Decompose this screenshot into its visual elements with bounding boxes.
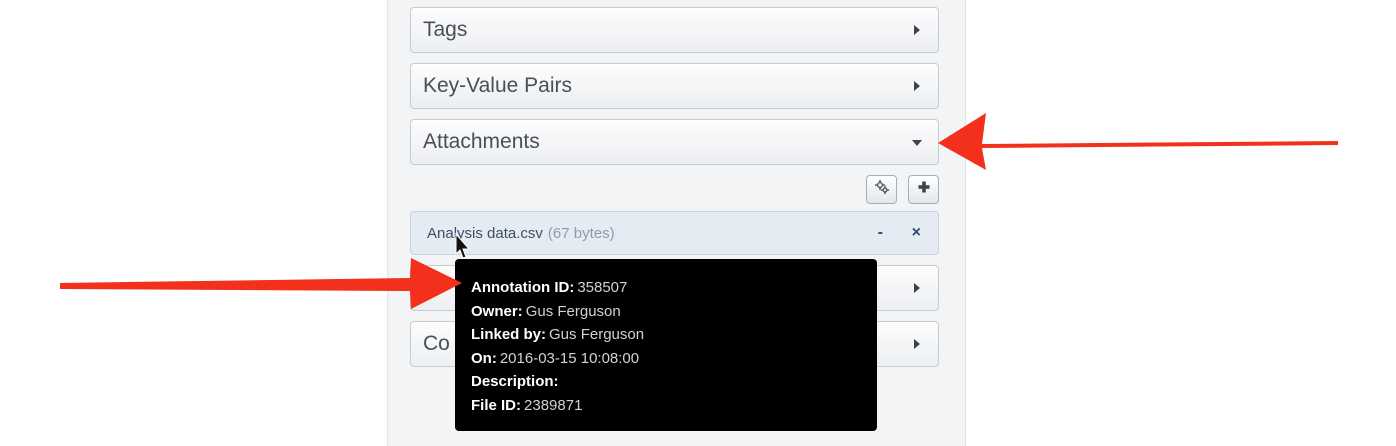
date-value: 2016-03-15 10:08:00 — [499, 349, 640, 367]
tags-section-header[interactable]: Tags — [410, 7, 939, 53]
attachments-section-label: Attachments — [423, 130, 540, 153]
collapsed-section-label-2: Co — [423, 332, 450, 355]
linked-by-label: Linked by: — [471, 326, 547, 343]
minus-button[interactable]: - — [878, 223, 883, 243]
attachment-info-tooltip: Annotation ID: 358507 Owner: Gus Ferguson … — [455, 259, 877, 431]
annotation-id-line: Annotation ID: 358507 — [471, 276, 877, 300]
file-id-value: 2389871 — [524, 396, 583, 414]
tags-section-label: Tags — [423, 18, 468, 41]
date-line: On: 2016-03-15 10:08:00 — [471, 347, 877, 371]
description-line: Description: — [471, 370, 877, 394]
annotation-arrow-right — [938, 113, 1338, 170]
attachment-list-item[interactable]: Analysis data.csv (67 bytes) - × — [410, 211, 939, 255]
linked-by-line: Linked by: Gus Ferguson — [471, 323, 877, 347]
file-id-line: File ID: 2389871 — [471, 394, 877, 418]
plus-icon — [917, 180, 931, 199]
date-label: On: — [471, 349, 497, 367]
caret-right-icon — [914, 25, 920, 35]
description-label: Description: — [471, 373, 559, 390]
linked-by-value: Gus Ferguson — [549, 326, 645, 343]
caret-right-icon — [914, 339, 920, 349]
attachment-file-name[interactable]: Analysis data.csv — [427, 225, 543, 242]
attachments-section-header[interactable]: Attachments — [410, 119, 939, 165]
key-value-pairs-section-label: Key-Value Pairs — [423, 74, 573, 97]
gears-icon — [874, 179, 890, 200]
file-id-label: File ID: — [471, 396, 522, 414]
caret-right-icon — [914, 81, 920, 91]
attachment-file-size: (67 bytes) — [547, 224, 615, 242]
remove-attachment-button[interactable]: × — [912, 223, 921, 243]
add-attachment-button[interactable] — [908, 175, 939, 204]
annotation-id-label: Annotation ID: — [471, 279, 575, 296]
annotation-id-value: 358507 — [577, 279, 628, 296]
owner-label: Owner: — [471, 302, 523, 320]
key-value-pairs-section-header[interactable]: Key-Value Pairs — [410, 63, 939, 109]
owner-value: Gus Ferguson — [525, 302, 621, 320]
caret-right-icon — [914, 283, 920, 293]
caret-down-icon — [912, 140, 922, 146]
owner-line: Owner: Gus Ferguson — [471, 300, 877, 324]
attachment-settings-button[interactable] — [866, 175, 897, 204]
